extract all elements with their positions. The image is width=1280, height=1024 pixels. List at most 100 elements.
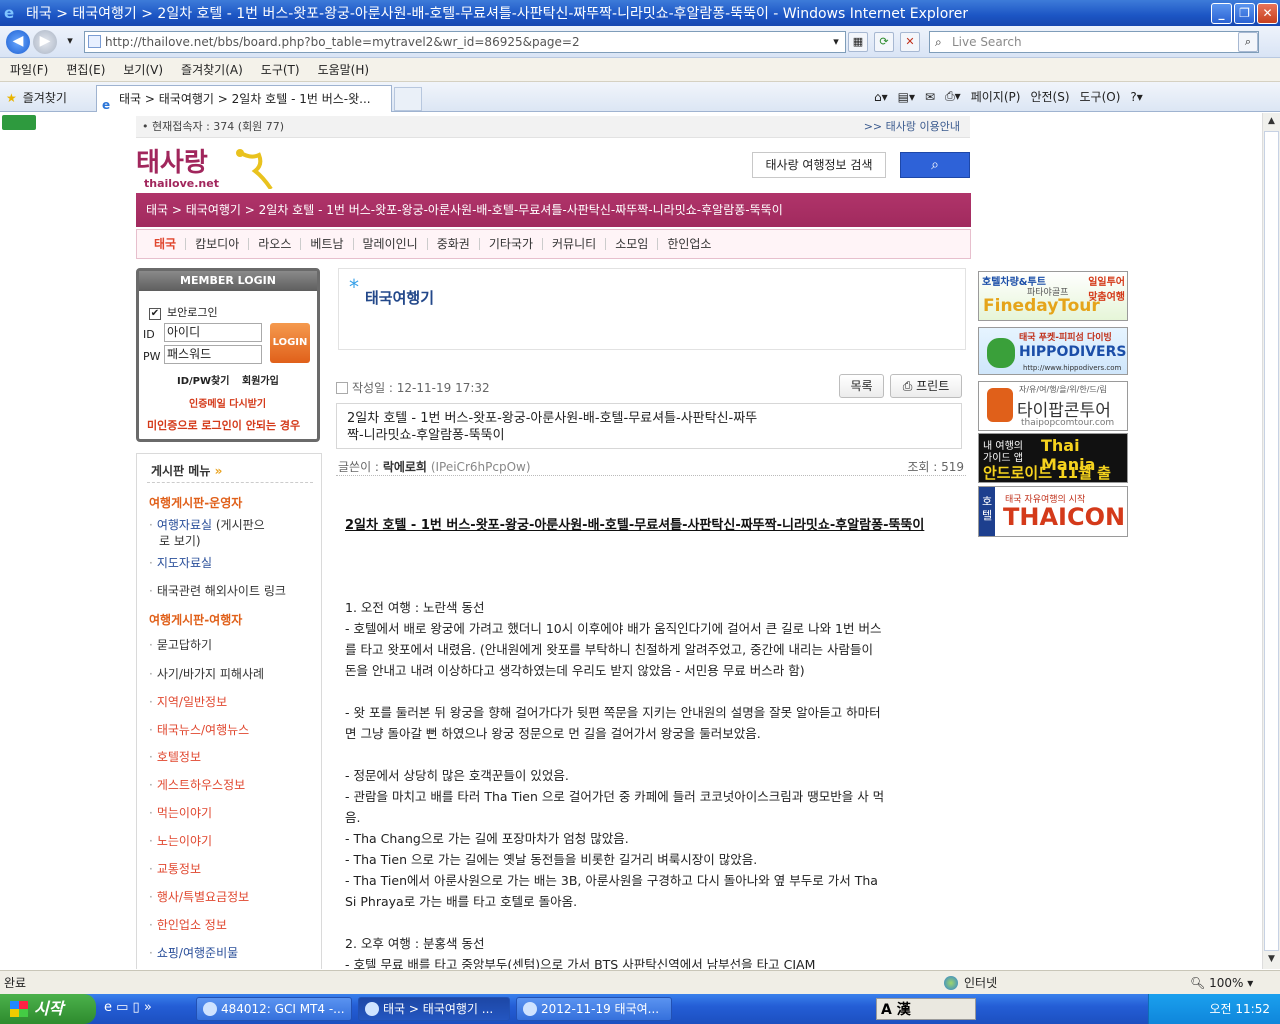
home-icon[interactable]: ⌂▾ [874,90,888,104]
scroll-down-icon[interactable]: ▼ [1264,951,1279,967]
body-para-3: - 왓 포를 둘러본 뒤 왕궁을 향해 걸어가다가 뒷편 쪽문을 지키는 안내원… [345,705,881,741]
cat-groups[interactable]: 소모임 [606,238,659,250]
banner-thaipopcorn[interactable]: 자/유/여/행/을/위/한/드/림 타이팝콘투어 thaipopcomtour.… [978,381,1128,431]
asterisk-icon: * [349,275,359,299]
refresh-icon[interactable]: ⟳ [874,32,894,52]
help-icon[interactable]: ?▾ [1130,90,1142,104]
site-search-button[interactable]: ⌕ [900,152,970,178]
start-button[interactable]: 시작 [0,994,96,1024]
menu-overseas-links[interactable]: · 태국관련 해외사이트 링크 [149,582,286,599]
pw-input[interactable]: 패스워드 [164,345,262,364]
cmd-tools[interactable]: 도구(O) [1080,88,1121,105]
author-name[interactable]: 락에로희 [383,460,427,474]
site-search-input[interactable]: 태사랑 여행정보 검색 [752,152,886,178]
site-logo[interactable]: 태사랑 thailove.net [136,145,276,191]
menu-transport[interactable]: · 교통정보 [149,860,201,877]
cat-community[interactable]: 커뮤니티 [543,238,607,250]
ime-bar[interactable]: A 漢 [876,998,976,1020]
menu-fun[interactable]: · 노는이야기 [149,832,212,849]
cat-korean-business[interactable]: 한인업소 [658,238,720,250]
quick-launch[interactable]: e ▭ ▯ » [104,1000,152,1015]
menu-hotel-info[interactable]: · 호텔정보 [149,748,201,765]
history-dropdown-icon[interactable]: ▾ [60,32,80,52]
favorites-button[interactable]: ★ 즐겨찾기 [6,89,67,106]
logo-text: 태사랑 [136,148,208,178]
close-window-button[interactable]: ✕ [1257,3,1278,24]
forward-button[interactable]: ▶ [33,30,57,54]
id-input[interactable]: 아이디 [164,323,262,342]
join-link[interactable]: 회원가입 [242,372,279,387]
menu-qna[interactable]: · 묻고답하기 [149,636,212,653]
menu-file[interactable]: 파일(F) [10,61,48,78]
toolbar-badge-icon[interactable] [2,115,36,130]
secure-login-checkbox[interactable]: ✔ 보안로그인 [149,304,218,320]
print-button[interactable]: ⎙ 프린트 [890,374,962,398]
banner-thaicon[interactable]: 호텔 태국 자유여행의 시작 THAICON [978,486,1128,537]
cat-china[interactable]: 중화권 [428,238,480,250]
login-button[interactable]: LOGIN [270,323,310,363]
cmd-safety[interactable]: 안전(S) [1030,88,1069,105]
site-guide-link[interactable]: >> 태사랑 이용안내 [864,116,960,138]
address-dropdown-icon[interactable]: ▾ [826,33,846,53]
resend-mail-link[interactable]: 인증메일 다시받기 [189,395,266,410]
mail-icon[interactable]: ✉ [925,90,935,104]
compat-view-icon[interactable]: ▦ [848,32,868,52]
cat-cambodia[interactable]: 캄보디아 [186,238,250,250]
author-ip: (IPeiCr6hPcpOw) [430,460,531,474]
banner-fineday[interactable]: 호텔차량&투트 일일투어 맞춤여행 파타야골프 FinedayTour [978,271,1128,321]
board-title: 태국여행기 [365,289,435,307]
menu-shopping[interactable]: · 쇼핑/여행준비물 [149,944,238,961]
cmd-page[interactable]: 페이지(P) [971,88,1021,105]
cat-other[interactable]: 기타국가 [480,238,544,250]
maximize-button[interactable]: ❐ [1234,3,1255,24]
vertical-scrollbar[interactable]: ▲ ▼ [1262,113,1280,969]
cat-laos[interactable]: 라오스 [249,238,302,250]
minimize-button[interactable]: _ [1211,3,1232,24]
task-ie[interactable]: 태국 > 태국여행기 ... [358,997,510,1021]
address-input[interactable]: http://thailove.net/bbs/board.php?bo_tab… [84,31,846,53]
menu-fraud[interactable]: · 사기/바가지 피해사례 [149,665,264,682]
find-id-link[interactable]: ID/PW찾기 [177,372,229,387]
post-date: 작성일 : 12-11-19 17:32 [336,379,490,396]
back-button[interactable]: ◀ [6,30,30,54]
menu-korean-business[interactable]: · 한인업소 정보 [149,916,227,933]
menu-tools[interactable]: 도구(T) [261,61,300,78]
body-para-9: 2. 오후 여행 : 분홍색 동선 [345,936,485,951]
body-para-1: 1. 오전 여행 : 노란색 동선 [345,600,485,615]
menu-news[interactable]: · 태국뉴스/여행뉴스 [149,721,249,738]
cat-vietnam[interactable]: 베트남 [301,238,354,250]
menu-travel-materials[interactable]: · 여행자료실 (게시판으 [149,516,265,533]
print-icon[interactable]: ⎙▾ [945,89,961,104]
cat-malaysia-indonesia[interactable]: 말레이인니 [354,238,428,250]
new-tab-button[interactable] [394,87,422,111]
banner-thaimania[interactable]: 내 여행의 가이드 앱 Thai Mania 안드로이드 11월 출시! [978,433,1128,483]
menu-favorites[interactable]: 즐겨찾기(A) [181,61,243,78]
board-menu: 게시판 메뉴 » 여행게시판-운영자 · 여행자료실 (게시판으 로 보기) · 지… [136,453,322,969]
menu-guesthouse[interactable]: · 게스트하우스정보 [149,776,245,793]
search-go-icon[interactable]: ⌕ [1238,32,1258,52]
unverified-login-link[interactable]: 미인증으로 로그인이 안되는 경우 [147,417,300,433]
menu-food[interactable]: · 먹는이야기 [149,804,212,821]
banner-hippodivers[interactable]: 태국 푸켓-피피섬 다이빙 HIPPODIVERS http://www.hip… [978,327,1128,375]
task-mt4[interactable]: 484012: GCI MT4 -... [196,997,352,1021]
menu-events[interactable]: · 행사/특별요금정보 [149,888,249,905]
id-label: ID [143,328,155,341]
feeds-icon[interactable]: ▤▾ [898,90,915,104]
browser-tab[interactable]: e 태국 > 태국여행기 > 2일차 호텔 - 1번 버스-왓... [96,85,392,112]
favorites-label: 즐겨찾기 [22,91,67,105]
scroll-up-icon[interactable]: ▲ [1264,113,1279,129]
cat-thailand[interactable]: 태국 [145,238,187,250]
folder-icon [523,1002,537,1016]
task-folder[interactable]: 2012-11-19 태국여... [516,997,672,1021]
zoom-level[interactable]: 🔍︎ 100% ▾ [1190,971,1253,995]
menu-map-materials[interactable]: · 지도자료실 [149,554,212,571]
scroll-thumb[interactable] [1264,131,1279,951]
menu-help[interactable]: 도움말(H) [318,61,370,78]
menu-region-info[interactable]: · 지역/일반정보 [149,693,227,710]
menu-edit[interactable]: 편집(E) [66,61,105,78]
menu-view[interactable]: 보기(V) [123,61,163,78]
list-button[interactable]: 목록 [839,374,884,398]
stop-icon[interactable]: ✕ [900,32,920,52]
live-search-input[interactable]: ⌕ Live Search [929,31,1259,53]
clock[interactable]: 오전 11:52 [1210,1002,1270,1016]
